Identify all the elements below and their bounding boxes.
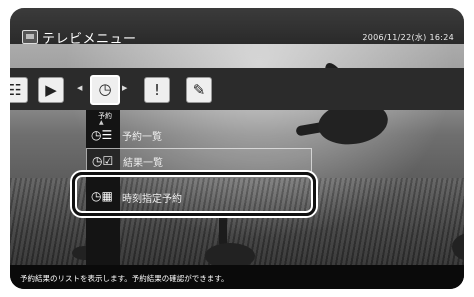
status-bar: 予約結果のリストを表示します。予約結果の確認ができます。 xyxy=(10,265,464,289)
reservation-icon[interactable]: ◷ xyxy=(90,75,120,105)
recording-list-icon[interactable]: ▶ xyxy=(38,77,64,103)
arrow-right-icon[interactable]: ▶ xyxy=(122,84,127,92)
screen: テレビメニュー 2006/11/22(水) 16:24 ☷ ▶ ◀ ◷ ▶ ! … xyxy=(0,0,474,297)
menu-item-reservation-list[interactable]: ◷☰ 予約一覧 xyxy=(86,123,286,147)
menu-toolbar: ☷ ▶ ◀ ◷ ▶ ! ✎ xyxy=(10,68,464,110)
clock-keypad-icon: ◷▦ xyxy=(91,189,113,203)
tv-icon xyxy=(22,30,38,44)
app-title: テレビメニュー xyxy=(42,32,137,47)
list-icon[interactable]: ☷ xyxy=(10,77,28,103)
datetime: 2006/11/22(水) 16:24 xyxy=(362,33,454,42)
selected-category-label: 予約 xyxy=(98,112,112,120)
menu-item-timed-reservation[interactable]: ◷▦ 時刻指定予約 xyxy=(86,181,314,211)
wrench-icon[interactable]: ✎ xyxy=(186,77,212,103)
tv-menu-window: テレビメニュー 2006/11/22(水) 16:24 ☷ ▶ ◀ ◷ ▶ ! … xyxy=(10,8,464,289)
bird-neck xyxy=(219,213,227,247)
status-text: 予約結果のリストを表示します。予約結果の確認ができます。 xyxy=(20,274,229,283)
clock-list-icon: ◷☰ xyxy=(91,128,113,142)
arrow-left-icon[interactable]: ◀ xyxy=(77,84,82,92)
title-bar: テレビメニュー 2006/11/22(水) 16:24 xyxy=(10,8,464,47)
clock-check-icon: ◷☑ xyxy=(92,154,114,168)
menu-item-label: 時刻指定予約 xyxy=(122,194,182,205)
menu-item-label: 予約一覧 xyxy=(122,132,162,143)
menu-item-result-list[interactable]: ◷☑ 結果一覧 xyxy=(86,148,312,174)
menu-item-label: 結果一覧 xyxy=(123,158,163,169)
info-icon[interactable]: ! xyxy=(144,77,170,103)
